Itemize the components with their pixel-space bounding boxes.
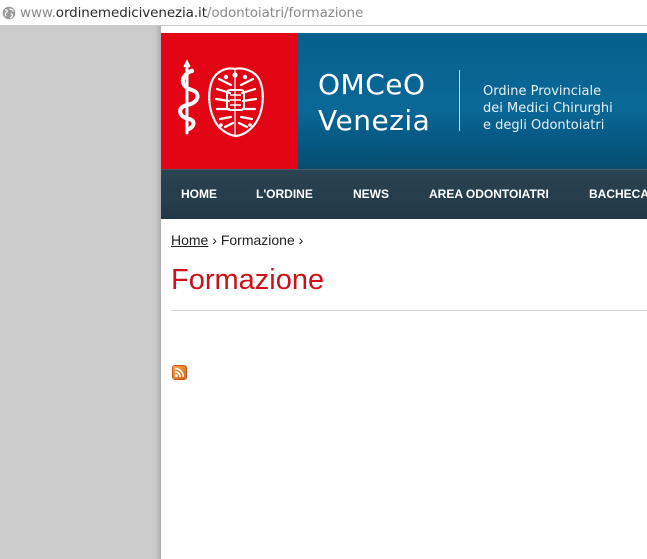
site-name[interactable]: OMCeO Venezia xyxy=(318,67,430,139)
page-title: Formazione xyxy=(171,264,325,296)
breadcrumb-separator: › xyxy=(212,232,217,248)
logo-emblem xyxy=(178,59,264,138)
organization-description: Ordine Provinciale dei Medici Chirurghi … xyxy=(483,83,613,134)
url-scheme: www. xyxy=(20,4,56,21)
globe-icon xyxy=(2,6,16,19)
breadcrumb-home-link[interactable]: Home xyxy=(171,232,208,248)
nav-item-area-odontoiatri[interactable]: AREA ODONTOIATRI xyxy=(429,170,549,219)
nav-item-bacheca[interactable]: BACHECA xyxy=(589,170,647,219)
rss-feed-icon[interactable] xyxy=(172,365,187,380)
nav-item-home[interactable]: HOME xyxy=(181,170,217,219)
org-line-1: Ordine Provinciale xyxy=(483,84,602,99)
url-text[interactable]: www.ordinemedicivenezia.it/odontoiatri/f… xyxy=(20,5,363,21)
site-name-line-1: OMCeO xyxy=(318,68,426,101)
breadcrumb-separator-trailing: › xyxy=(298,232,304,248)
title-divider xyxy=(171,310,647,311)
site-name-line-2: Venezia xyxy=(318,104,431,137)
site-header: OMCeO Venezia Ordine Provinciale dei Med… xyxy=(161,33,647,169)
header-divider xyxy=(459,70,460,131)
breadcrumb: Home › Formazione › xyxy=(171,232,303,248)
nav-item-news[interactable]: NEWS xyxy=(353,170,389,219)
address-bar[interactable]: www.ordinemedicivenezia.it/odontoiatri/f… xyxy=(0,0,647,26)
main-navigation: HOME L'ORDINE NEWS AREA ODONTOIATRI BACH… xyxy=(161,169,647,219)
org-line-3: e degli Odontoiatri xyxy=(483,118,605,133)
nav-item-ordine[interactable]: L'ORDINE xyxy=(256,170,313,219)
url-host: ordinemedicivenezia.it xyxy=(55,4,207,21)
breadcrumb-current: Formazione xyxy=(220,232,295,248)
omceo-venezia-logo[interactable] xyxy=(161,33,298,169)
org-line-2: dei Medici Chirurghi xyxy=(483,101,613,116)
page-gutter xyxy=(0,26,161,559)
main-content: Home › Formazione › Formazione xyxy=(161,219,647,559)
url-path: /odontoiatri/formazione xyxy=(206,4,364,21)
